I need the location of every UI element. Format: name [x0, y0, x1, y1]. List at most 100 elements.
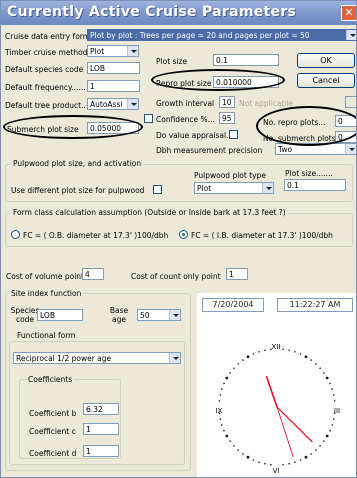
pulpwood-group-title: Pulpwood plot size, and activation: [11, 159, 144, 168]
growth-interval-disabled-field: [345, 96, 356, 108]
frequency-field[interactable]: 1: [87, 80, 140, 92]
base-age-select[interactable]: 50: [137, 309, 181, 321]
timber-method-select[interactable]: Plot: [87, 45, 139, 57]
functional-form-value: Reciprocal 1/2 power age: [16, 354, 112, 363]
do-value-label: Do value appraisal.....: [156, 131, 239, 140]
clock-tick-dot: [323, 372, 325, 374]
analog-clock: XII III VI IX: [216, 343, 341, 475]
species-code-field[interactable]: LOB: [87, 62, 140, 74]
count-point-cost-label: Cost of count only point: [131, 272, 221, 281]
coef-c-field[interactable]: 1: [83, 423, 119, 435]
clock-hour-hand: [265, 376, 278, 408]
count-point-cost-field[interactable]: 1: [226, 268, 248, 280]
submerch-plot-field[interactable]: 0.05000: [87, 122, 139, 134]
chevron-down-icon[interactable]: [127, 46, 138, 56]
clock-tick-dot: [323, 440, 325, 442]
clock-tick-dot: [294, 351, 296, 353]
clock-tick-dot: [229, 372, 231, 374]
coef-d-field[interactable]: 1: [83, 445, 119, 457]
clock-time: 11:22:27 AM: [277, 298, 353, 312]
clock-tick-dot: [225, 376, 229, 380]
chevron-down-icon[interactable]: [169, 353, 180, 363]
chevron-down-icon[interactable]: [345, 144, 356, 154]
chevron-down-icon[interactable]: [169, 310, 180, 320]
pulpwood-plot-type-value: Plot: [197, 184, 212, 193]
clock-tick-dot: [258, 351, 260, 353]
clock-tick-dot: [333, 400, 336, 402]
clock-tick-dot: [329, 429, 331, 432]
plot-size-field[interactable]: 0.1: [213, 54, 279, 66]
clock-tick-dot: [329, 382, 331, 385]
ok-button[interactable]: OK: [297, 53, 355, 68]
volume-point-cost-field[interactable]: 4: [82, 268, 104, 280]
timber-method-label: Timber cruise method: [5, 48, 88, 57]
confidence-label: Confidence %...: [156, 115, 215, 124]
clock-tick-dot: [252, 459, 255, 461]
fc-outside-label[interactable]: FC = ( O.B. diameter at 17.3' )100/dbh: [23, 231, 168, 240]
clock-tick-dot: [237, 449, 239, 451]
no-submerch-field[interactable]: 0: [335, 131, 356, 143]
coef-c-label: Coefficient c: [29, 427, 76, 436]
clock-numeral-12: XII: [272, 343, 281, 351]
chevron-down-icon[interactable]: [346, 30, 356, 40]
clock-tick-dot: [246, 455, 250, 459]
pulpwood-plot-type-select[interactable]: Plot: [194, 182, 274, 194]
clock-tick-dot: [315, 449, 317, 451]
functional-form-title: Functional form: [15, 331, 78, 340]
form-class-group-title: Form class calculation assumption (Outsi…: [11, 208, 288, 217]
entry-form-select[interactable]: Plot by plot : Trees per page = 20 and p…: [87, 29, 356, 41]
title-bar[interactable]: Currently Active Cruise Parameters ✕: [1, 1, 356, 25]
confidence-field[interactable]: 95: [219, 112, 235, 124]
functional-form-select[interactable]: Reciprocal 1/2 power age: [13, 352, 181, 364]
dbh-precision-value: Two: [278, 145, 293, 154]
clock-tick-dot: [315, 363, 317, 365]
no-submerch-label: No. submerch plots: [263, 134, 336, 143]
growth-interval-label: Growth interval: [156, 99, 215, 108]
clock-panel: 7/20/2004 11:22:27 AM XII III VI IX: [197, 293, 356, 477]
fc-inside-radio[interactable]: [179, 230, 188, 239]
clock-tick-dot: [299, 353, 302, 355]
clock-tick-dot: [246, 355, 250, 359]
clock-tick-dot: [331, 388, 333, 390]
clock-tick-dot: [219, 394, 222, 396]
chevron-down-icon[interactable]: [262, 183, 273, 193]
clock-date: 7/20/2004: [202, 298, 264, 312]
fc-outside-radio[interactable]: [11, 230, 20, 239]
clock-tick-dot: [310, 453, 312, 455]
close-button[interactable]: ✕: [341, 5, 356, 21]
volume-point-cost-label: Cost of volume point: [6, 272, 84, 281]
coefficients-title: Coefficients: [26, 375, 75, 384]
pulpwood-plot-size-label: Plot size.......: [285, 169, 333, 178]
coef-b-field[interactable]: 6.32: [83, 403, 119, 415]
tree-product-select[interactable]: AutoAssi: [87, 98, 139, 110]
use-diff-pulpwood-checkbox[interactable]: [153, 185, 162, 194]
coef-d-label: Coefficient d: [29, 449, 77, 458]
site-species-field[interactable]: LOB: [37, 309, 83, 321]
clock-tick-dot: [332, 418, 335, 420]
clock-tick-dot: [282, 463, 284, 466]
dbh-precision-select[interactable]: Two: [275, 143, 356, 155]
clock-tick-dot: [233, 367, 235, 369]
base-age-value: 50: [140, 311, 150, 320]
do-value-checkbox[interactable]: [229, 130, 238, 139]
pulpwood-plot-size-field[interactable]: 0.1: [284, 179, 346, 191]
clock-tick-dot: [304, 455, 308, 459]
repro-plot-field[interactable]: 0.010000: [213, 76, 279, 88]
growth-interval-field[interactable]: 10: [219, 96, 235, 108]
no-repro-field[interactable]: 0: [335, 115, 356, 127]
confidence-checkbox[interactable]: [144, 114, 153, 123]
clock-tick-dot: [325, 376, 329, 380]
clock-tick-dot: [221, 424, 223, 426]
clock-tick-dot: [319, 367, 321, 369]
clock-tick-dot: [282, 348, 284, 351]
clock-numeral-3: III: [334, 407, 340, 415]
chevron-down-icon[interactable]: [127, 99, 138, 109]
growth-interval-note: Not applicable: [239, 99, 293, 108]
clock-tick-dot: [264, 349, 266, 352]
clock-tick-dot: [219, 418, 222, 420]
clock-tick-dot: [310, 359, 312, 361]
clock-tick-dot: [288, 462, 290, 465]
repro-plot-label: Repro plot size: [156, 79, 212, 88]
cancel-button[interactable]: Cancel: [297, 73, 355, 88]
fc-inside-label[interactable]: FC = ( I.B. diameter at 17.3' )100/dbh: [191, 231, 333, 240]
